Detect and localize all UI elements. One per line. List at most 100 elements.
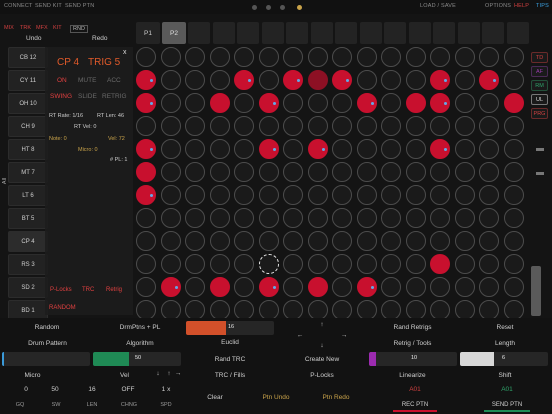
step-cell[interactable] [185, 300, 205, 320]
step-cell[interactable] [307, 70, 328, 90]
step-cell[interactable] [160, 231, 181, 251]
note-value[interactable]: Note: 0 [49, 136, 67, 142]
arrow-right-icon[interactable]: → [174, 370, 182, 377]
rm-button[interactable]: RM [531, 80, 548, 91]
step-cell[interactable] [185, 70, 205, 90]
step-cell[interactable] [234, 277, 254, 297]
scroll-marker-1[interactable] [536, 148, 544, 151]
white-slider[interactable]: 6 [460, 352, 548, 366]
step-cell[interactable] [405, 208, 426, 228]
pattern-tab-empty[interactable] [335, 22, 357, 44]
step-cell[interactable] [503, 47, 524, 67]
step-cell[interactable] [234, 93, 254, 113]
pattern-slot-right[interactable]: A01 [492, 386, 522, 393]
step-cell[interactable] [209, 47, 230, 67]
step-cell[interactable] [405, 116, 426, 136]
nudge-down-icon[interactable]: ↓ [318, 342, 326, 349]
step-cell[interactable] [209, 116, 230, 136]
step-cell[interactable] [185, 47, 205, 67]
step-cell[interactable] [332, 116, 352, 136]
step-cell[interactable] [136, 162, 156, 182]
trc-tab[interactable]: TRC [82, 287, 94, 293]
mode-rnd[interactable]: RND [70, 25, 88, 33]
pattern-tab-empty[interactable] [384, 22, 406, 44]
pattern-tab-empty[interactable] [261, 22, 284, 44]
step-cell[interactable] [405, 254, 426, 274]
left-slider[interactable] [2, 352, 90, 366]
step-cell[interactable] [234, 139, 254, 159]
vel-value[interactable]: Vel: 72 [108, 136, 125, 142]
step-cell[interactable] [185, 231, 205, 251]
step-cell[interactable] [405, 93, 426, 113]
step-cell[interactable] [160, 139, 181, 159]
step-cell[interactable] [209, 185, 230, 205]
step-cell[interactable] [503, 231, 524, 251]
pattern-tab-empty[interactable] [408, 22, 431, 44]
connect-link[interactable]: CONNECT [4, 3, 33, 9]
step-cell[interactable] [332, 139, 352, 159]
step-cell[interactable] [307, 162, 328, 182]
send-ptn-link[interactable]: SEND PTN [65, 3, 94, 9]
track-button[interactable]: LT 6 [8, 185, 48, 206]
pattern-slot-left[interactable]: A01 [400, 386, 430, 393]
step-cell[interactable] [332, 185, 352, 205]
step-cell[interactable] [454, 208, 475, 228]
retrig-tab[interactable]: Retrig [106, 287, 122, 293]
step-cell[interactable] [136, 185, 156, 205]
step-cell[interactable] [332, 70, 352, 90]
shift-button[interactable]: Shift [485, 372, 525, 379]
step-cell[interactable] [454, 47, 475, 67]
step-cell[interactable] [503, 277, 524, 297]
trig-acc-toggle[interactable]: ACC [107, 77, 121, 84]
step-cell[interactable] [136, 47, 156, 67]
vel-label[interactable]: Vel [112, 372, 137, 379]
nudge-left-icon[interactable]: ← [296, 332, 304, 339]
step-cell[interactable] [381, 70, 401, 90]
mode-kit[interactable]: KIT [53, 25, 62, 31]
track-button[interactable]: SD 2 [8, 277, 48, 298]
step-cell[interactable] [258, 185, 279, 205]
step-cell[interactable] [258, 254, 279, 274]
step-cell[interactable] [430, 93, 450, 113]
pattern-tab-empty[interactable] [237, 22, 259, 44]
redo-button[interactable]: Redo [92, 35, 108, 42]
step-cell[interactable] [332, 277, 352, 297]
rand-trc-button[interactable]: Rand TRC [200, 356, 260, 363]
trig-mute-toggle[interactable]: MUTE [78, 77, 96, 84]
step-cell[interactable] [283, 300, 303, 320]
step-cell[interactable] [356, 139, 377, 159]
step-cell[interactable] [503, 300, 524, 320]
pattern-tab-empty[interactable] [310, 22, 333, 44]
step-cell[interactable] [381, 300, 401, 320]
step-cell[interactable] [258, 277, 279, 297]
pattern-tab-empty[interactable] [212, 22, 235, 44]
drum-pattern-button[interactable]: Drum Pattern [15, 340, 80, 347]
micro-value[interactable]: Micro: 0 [78, 147, 98, 153]
micro-label[interactable]: Micro [20, 372, 45, 379]
step-cell[interactable] [332, 208, 352, 228]
step-cell[interactable] [185, 116, 205, 136]
step-cell[interactable] [234, 47, 254, 67]
step-cell[interactable] [136, 70, 156, 90]
step-cell[interactable] [454, 162, 475, 182]
step-cell[interactable] [283, 70, 303, 90]
step-cell[interactable] [405, 231, 426, 251]
step-cell[interactable] [503, 93, 524, 113]
chng-value[interactable]: OFF [118, 386, 138, 393]
ptn-undo-button[interactable]: Ptn Undo [253, 394, 299, 401]
step-cell[interactable] [356, 277, 377, 297]
arrow-up-icon[interactable]: ↑ [165, 370, 173, 377]
step-cell[interactable] [405, 277, 426, 297]
step-cell[interactable] [160, 254, 181, 274]
step-cell[interactable] [185, 139, 205, 159]
step-cell[interactable] [332, 47, 352, 67]
pattern-tab-empty[interactable] [506, 22, 529, 44]
send-ptn-button[interactable]: SEND PTN [484, 402, 530, 408]
step-cell[interactable] [234, 208, 254, 228]
step-cell[interactable] [356, 300, 377, 320]
retrig-tools-button[interactable]: Retrig / Tools [385, 340, 440, 347]
step-cell[interactable] [307, 139, 328, 159]
trig-slide-toggle[interactable]: SLIDE [78, 93, 97, 100]
rec-ptn-button[interactable]: REC PTN [393, 402, 437, 408]
random-button[interactable]: Random [22, 324, 72, 331]
